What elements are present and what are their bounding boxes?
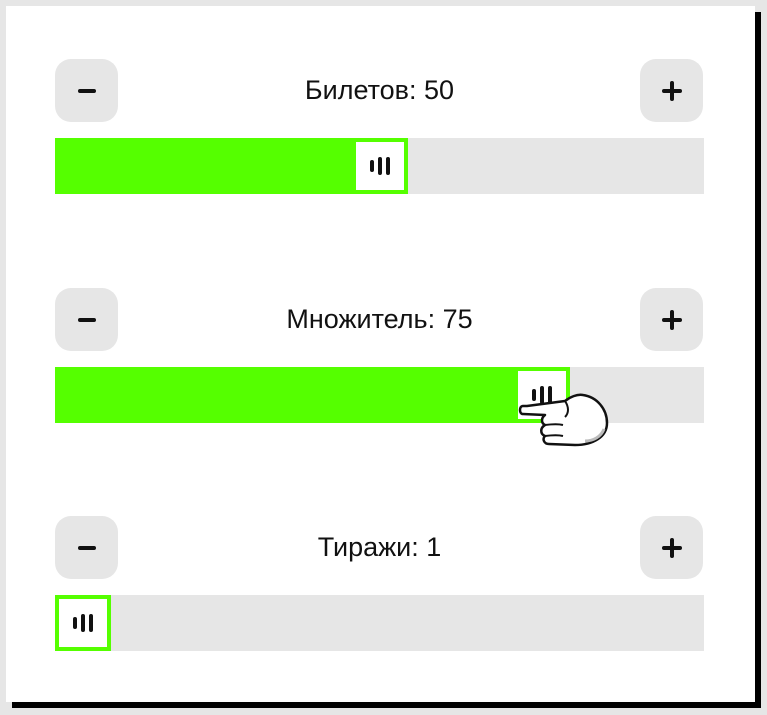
grip-icon — [73, 614, 93, 632]
minus-icon — [77, 88, 96, 93]
multiplier-label: Множитель: 75 — [286, 304, 473, 334]
multiplier-decrement-button[interactable] — [55, 288, 118, 351]
tickets-slider-thumb[interactable] — [352, 138, 408, 194]
multiplier-slider-thumb[interactable] — [514, 367, 570, 423]
plus-icon — [661, 537, 682, 558]
draws-slider[interactable] — [55, 595, 704, 651]
draws-slider-thumb[interactable] — [55, 595, 111, 651]
tickets-slider[interactable] — [55, 138, 704, 194]
multiplier-slider-fill — [55, 367, 570, 423]
multiplier-increment-button[interactable] — [640, 288, 703, 351]
tickets-control: Билетов: 50 — [55, 59, 704, 195]
draws-increment-button[interactable] — [640, 516, 703, 579]
minus-icon — [77, 545, 96, 550]
draws-decrement-button[interactable] — [55, 516, 118, 579]
grip-icon — [370, 157, 390, 175]
tickets-decrement-button[interactable] — [55, 59, 118, 122]
minus-icon — [77, 317, 96, 322]
draws-control: Тиражи: 1 — [55, 516, 704, 652]
tickets-increment-button[interactable] — [640, 59, 703, 122]
multiplier-control: Множитель: 75 — [55, 288, 704, 424]
plus-icon — [661, 80, 682, 101]
settings-card: Билетов: 50 Множитель: 75 Тиражи: 1 — [6, 6, 755, 702]
window-frame: Билетов: 50 Множитель: 75 Тиражи: 1 — [0, 0, 767, 715]
multiplier-slider[interactable] — [55, 367, 704, 423]
tickets-label: Билетов: 50 — [304, 75, 455, 105]
draws-label: Тиражи: 1 — [317, 532, 442, 562]
grip-icon — [532, 386, 552, 404]
plus-icon — [661, 309, 682, 330]
